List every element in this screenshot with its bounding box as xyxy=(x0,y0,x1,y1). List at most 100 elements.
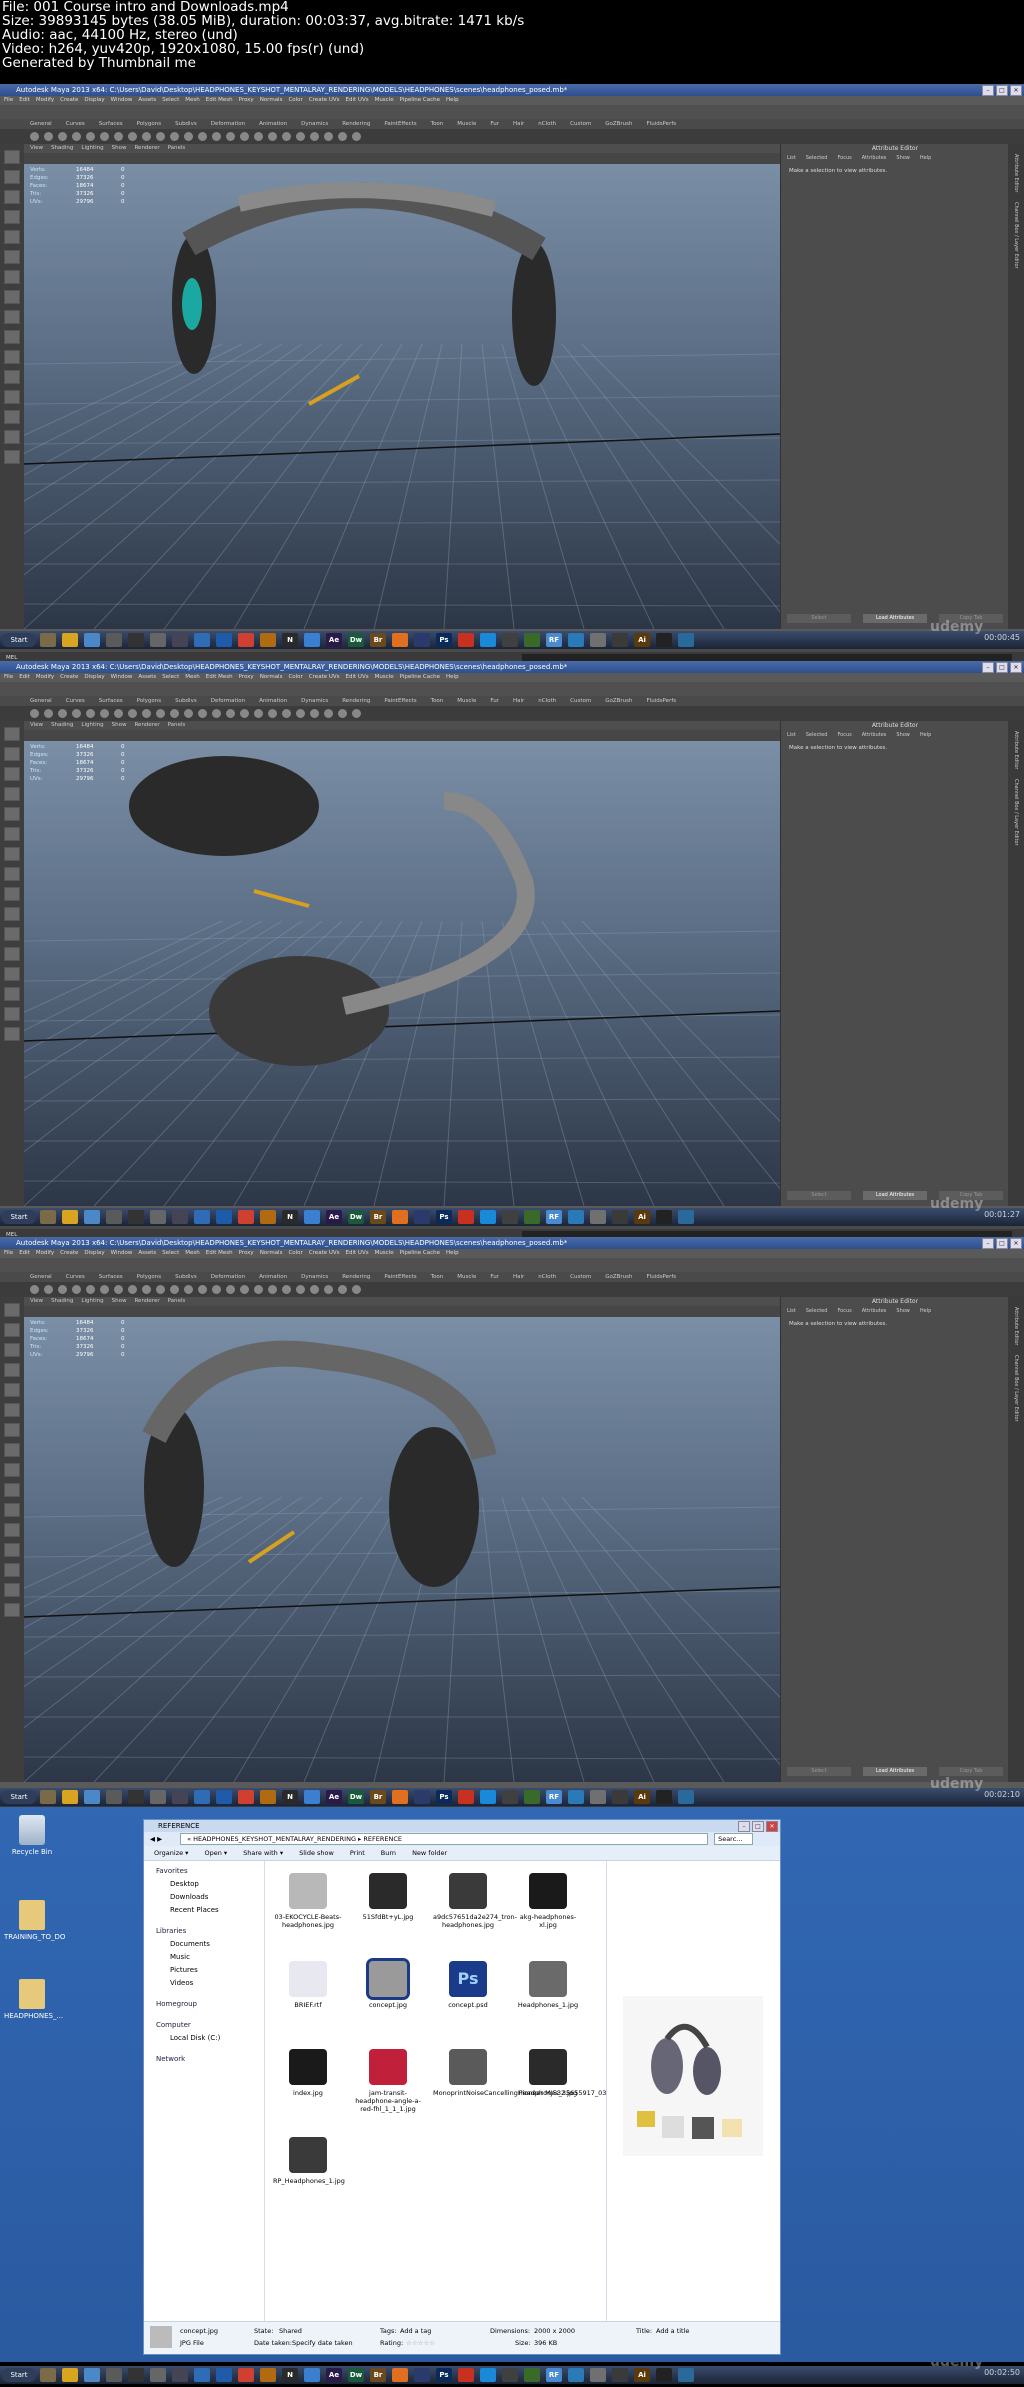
attr-tab[interactable]: Focus xyxy=(837,1308,851,1314)
tool-icon[interactable] xyxy=(4,310,20,324)
tool-icon[interactable] xyxy=(4,1007,20,1021)
file-item[interactable]: Headphones_1.jpg xyxy=(513,1961,583,2009)
taskbar-app-icon[interactable] xyxy=(590,2368,606,2382)
attr-tab[interactable]: Selected xyxy=(806,732,828,738)
taskbar-app-icon[interactable] xyxy=(84,633,100,647)
menu-item[interactable]: Color xyxy=(288,673,302,682)
tool-icon[interactable] xyxy=(4,1423,20,1437)
file-item[interactable]: index.jpg xyxy=(273,2049,343,2097)
taskbar-app-icon[interactable] xyxy=(656,633,672,647)
shelf-tool-icon[interactable] xyxy=(44,132,53,141)
minimize-icon[interactable]: – xyxy=(982,662,994,673)
load-attributes-button[interactable]: Load Attributes xyxy=(863,1191,927,1200)
taskbar-app-icon[interactable]: Br xyxy=(370,2368,386,2382)
taskbar-app-icon[interactable] xyxy=(40,1210,56,1224)
taskbar-app-icon[interactable] xyxy=(414,1210,430,1224)
shelf-tab[interactable]: Polygons xyxy=(137,698,161,704)
file-item[interactable]: Pioneer MJ532.jpg xyxy=(513,2049,583,2097)
select-button[interactable]: Select xyxy=(787,614,851,623)
taskbar-app-icon[interactable] xyxy=(656,1790,672,1804)
menu-item[interactable]: Help xyxy=(446,1249,459,1258)
nav-item-desktop[interactable]: Desktop xyxy=(144,1878,264,1891)
maximize-icon[interactable]: □ xyxy=(996,1238,1008,1249)
menu-item[interactable]: Edit xyxy=(19,96,30,105)
taskbar-app-icon[interactable]: Br xyxy=(370,1790,386,1804)
side-tab[interactable]: Attribute Editor xyxy=(1013,731,1019,769)
taskbar-app-icon[interactable] xyxy=(590,633,606,647)
shelf-tab[interactable]: Hair xyxy=(513,698,524,704)
menu-item[interactable]: Create xyxy=(60,673,78,682)
tool-icon[interactable] xyxy=(4,787,20,801)
panel-menu-item[interactable]: Show xyxy=(112,1298,127,1304)
shelf-tool-icon[interactable] xyxy=(212,1285,221,1294)
shelf-tool-icon[interactable] xyxy=(226,709,235,718)
tool-icon[interactable] xyxy=(4,1563,20,1577)
shelf-tab[interactable]: Deformation xyxy=(211,1274,245,1280)
shelf-tab[interactable]: Dynamics xyxy=(301,1274,328,1280)
menu-item[interactable]: Modify xyxy=(36,1249,54,1258)
shelf-tool-icon[interactable] xyxy=(72,1285,81,1294)
panel-menu-item[interactable]: Show xyxy=(112,145,127,151)
file-item[interactable]: a9dc57651da2e274_tron-headphones.jpg xyxy=(433,1873,517,1929)
attr-tab[interactable]: Focus xyxy=(837,155,851,161)
tool-icon[interactable] xyxy=(4,1483,20,1497)
attr-tab[interactable]: Focus xyxy=(837,732,851,738)
tool-icon[interactable] xyxy=(4,430,20,444)
menu-item[interactable]: Edit UVs xyxy=(346,96,369,105)
attr-tab[interactable]: Selected xyxy=(806,1308,828,1314)
menu-item[interactable]: Edit Mesh xyxy=(206,1249,233,1258)
taskbar-app-icon[interactable] xyxy=(40,1790,56,1804)
taskbar-app-icon[interactable] xyxy=(678,1790,694,1804)
taskbar-app-icon[interactable] xyxy=(62,2368,78,2382)
taskbar-app-icon[interactable] xyxy=(502,2368,518,2382)
shelf-tool-icon[interactable] xyxy=(352,1285,361,1294)
taskbar-app-icon[interactable] xyxy=(568,633,584,647)
copy-tab-button[interactable]: Copy Tab xyxy=(939,1767,1003,1776)
shelf-tool-icon[interactable] xyxy=(86,1285,95,1294)
select-button[interactable]: Select xyxy=(787,1767,851,1776)
shelf-tool-icon[interactable] xyxy=(296,132,305,141)
close-icon[interactable]: ✕ xyxy=(1010,662,1022,673)
taskbar-app-icon[interactable] xyxy=(458,1790,474,1804)
taskbar-app-icon[interactable] xyxy=(304,2368,320,2382)
shelf-tool-icon[interactable] xyxy=(296,1285,305,1294)
shelf-tool-icon[interactable] xyxy=(184,709,193,718)
taskbar-app-icon[interactable] xyxy=(678,633,694,647)
shelf-tool-icon[interactable] xyxy=(352,709,361,718)
menu-item[interactable]: Normals xyxy=(260,1249,283,1258)
nav-computer[interactable]: Computer xyxy=(144,2019,264,2032)
taskbar-app-icon[interactable] xyxy=(106,1790,122,1804)
shelf-tab[interactable]: Toon xyxy=(431,698,444,704)
tool-icon[interactable] xyxy=(4,170,20,184)
tool-icon[interactable] xyxy=(4,1603,20,1617)
taskbar-app-icon[interactable]: Ai xyxy=(634,1790,650,1804)
taskbar-app-icon[interactable] xyxy=(40,633,56,647)
nav-network[interactable]: Network xyxy=(144,2053,264,2066)
tool-icon[interactable] xyxy=(4,290,20,304)
menu-item[interactable]: Modify xyxy=(36,96,54,105)
shelf-tab[interactable]: Curves xyxy=(66,698,85,704)
shelf-tool-icon[interactable] xyxy=(184,1285,193,1294)
taskbar-app-icon[interactable] xyxy=(40,2368,56,2382)
close-icon[interactable]: ✕ xyxy=(766,1821,778,1832)
shelf-tool-icon[interactable] xyxy=(338,1285,347,1294)
menu-item[interactable]: Mesh xyxy=(185,673,199,682)
shelf-tool-icon[interactable] xyxy=(114,132,123,141)
taskbar-app-icon[interactable]: RF xyxy=(546,633,562,647)
shelf-tool-icon[interactable] xyxy=(212,709,221,718)
shelf-tab[interactable]: PaintEffects xyxy=(384,1274,416,1280)
menu-item[interactable]: Edit Mesh xyxy=(206,673,233,682)
shelf-tool-icon[interactable] xyxy=(240,1285,249,1294)
taskbar-app-icon[interactable] xyxy=(172,2368,188,2382)
close-icon[interactable]: ✕ xyxy=(1010,1238,1022,1249)
taskbar-app-icon[interactable] xyxy=(458,633,474,647)
explorer-titlebar[interactable]: REFERENCE – □ ✕ xyxy=(144,1820,780,1832)
viewport-3d[interactable]: Verts: 16484 0 Edges: 37326 0 Faces: 18674 0 Tris… xyxy=(24,741,780,1206)
taskbar-app-icon[interactable] xyxy=(590,1210,606,1224)
shelf-tool-icon[interactable] xyxy=(86,709,95,718)
menu-item[interactable]: Proxy xyxy=(239,673,254,682)
maximize-icon[interactable]: □ xyxy=(996,662,1008,673)
menu-item[interactable]: Select xyxy=(162,673,179,682)
menu-item[interactable]: Muscle xyxy=(375,673,394,682)
maya-titlebar[interactable]: Autodesk Maya 2013 x64: C:\Users\David\D… xyxy=(0,84,1024,96)
